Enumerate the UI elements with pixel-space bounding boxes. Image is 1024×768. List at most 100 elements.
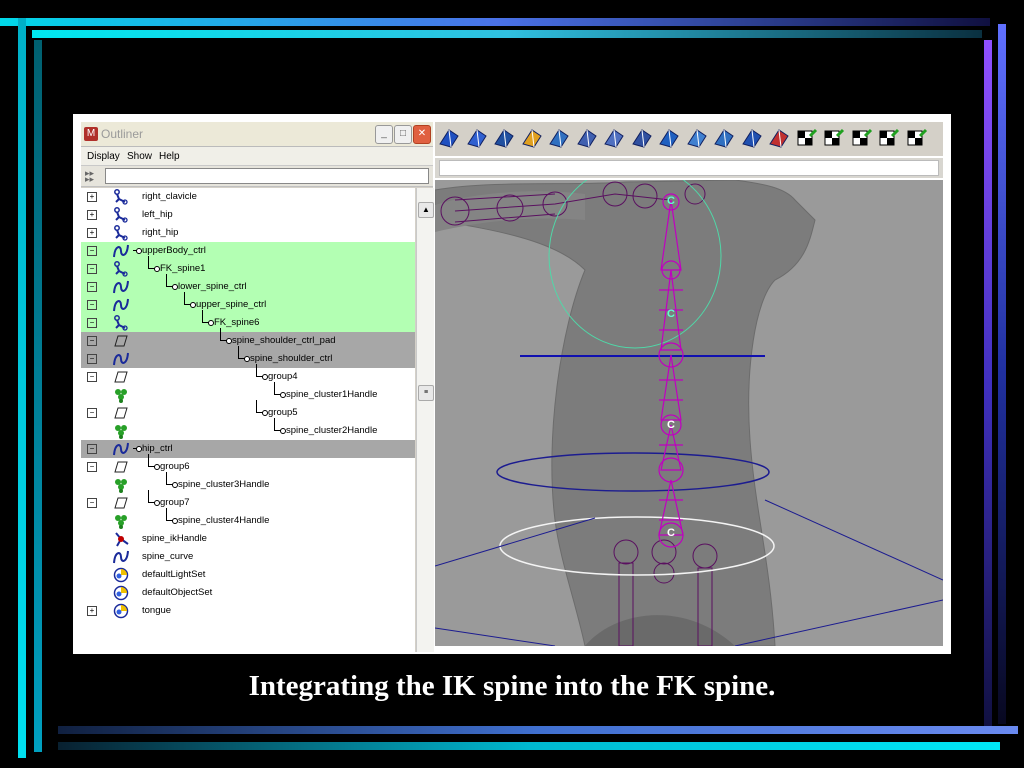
- viewport-menu-strip[interactable]: [439, 160, 939, 176]
- expand-icon[interactable]: +: [87, 192, 97, 202]
- outliner-scrollbar[interactable]: ▲ ≡: [416, 188, 434, 652]
- poly-split-icon[interactable]: [575, 126, 599, 150]
- collapse-icon[interactable]: −: [87, 462, 97, 472]
- outliner-row-upperbody-ctrl[interactable]: − upperBody_ctrl: [81, 242, 415, 260]
- outliner-row-upper-spine-ctrl[interactable]: − upper_spine_ctrl: [81, 292, 415, 314]
- outliner-row-group7[interactable]: − group7: [81, 490, 415, 512]
- outliner-row-left-hip[interactable]: + left_hip: [81, 206, 415, 224]
- transform-icon: [113, 459, 129, 475]
- outliner-item-label: spine_cluster3Handle: [178, 479, 270, 490]
- outliner-title-bar[interactable]: M Outliner _ □ ✕: [81, 122, 433, 147]
- outliner-row-spine-cluster3handle[interactable]: spine_cluster3Handle: [81, 472, 415, 494]
- collapse-icon[interactable]: −: [87, 372, 97, 382]
- joint-icon: [113, 261, 129, 277]
- outliner-row-spine-cluster2handle[interactable]: spine_cluster2Handle: [81, 418, 415, 440]
- collapse-icon[interactable]: −: [87, 318, 97, 328]
- menu-display[interactable]: Display: [87, 151, 120, 162]
- outliner-list: + right_clavicle + left_hip + right_hip − upper…: [81, 188, 415, 652]
- set-icon: [113, 585, 129, 601]
- slide-frame-bottom-bar: [58, 726, 1018, 734]
- expand-icon[interactable]: +: [87, 606, 97, 616]
- outliner-row-spine-shoulder-ctrl[interactable]: − spine_shoulder_ctrl: [81, 346, 415, 368]
- poly-select-icon[interactable]: [465, 126, 489, 150]
- slide-frame-top-bar: [0, 18, 990, 26]
- outliner-row-right-hip[interactable]: + right_hip: [81, 224, 415, 242]
- outliner-filter-input[interactable]: [105, 168, 429, 184]
- uv-unfold-icon[interactable]: [877, 126, 901, 150]
- collapse-icon[interactable]: −: [87, 300, 97, 310]
- poly-bevel-icon[interactable]: [657, 126, 681, 150]
- scroll-up-button[interactable]: ▲: [418, 202, 434, 218]
- outliner-item-label: FK_spine6: [214, 317, 260, 328]
- outliner-row-spine-cluster1handle[interactable]: spine_cluster1Handle: [81, 382, 415, 404]
- poly-duplicate-icon[interactable]: [767, 126, 791, 150]
- collapse-icon[interactable]: −: [87, 246, 97, 256]
- collapse-icon[interactable]: −: [87, 498, 97, 508]
- uv-map-icon[interactable]: [822, 126, 846, 150]
- outliner-row-fk-spine1[interactable]: − FK_spine1: [81, 256, 415, 278]
- collapse-icon[interactable]: −: [87, 282, 97, 292]
- outliner-item-label: group4: [268, 371, 298, 382]
- close-button[interactable]: ✕: [413, 125, 431, 144]
- curve-icon: [113, 351, 129, 367]
- minimize-button[interactable]: _: [375, 125, 393, 144]
- character-body-mesh: [435, 180, 816, 646]
- outliner-row-group5[interactable]: − group5: [81, 400, 415, 422]
- outliner-row-lower-spine-ctrl[interactable]: − lower_spine_ctrl: [81, 274, 415, 296]
- outliner-item-label: spine_shoulder_ctrl_pad: [232, 335, 336, 346]
- outliner-item-label: lower_spine_ctrl: [178, 281, 247, 292]
- collapse-icon[interactable]: −: [87, 264, 97, 274]
- menu-help[interactable]: Help: [159, 151, 180, 162]
- poly-plane-icon[interactable]: [547, 126, 571, 150]
- expand-icon[interactable]: +: [87, 210, 97, 220]
- poly-cube-icon[interactable]: [492, 126, 516, 150]
- outliner-row-spine-shoulder-ctrl-pad[interactable]: − spine_shoulder_ctrl_pad: [81, 328, 415, 350]
- poly-extrude-icon[interactable]: [602, 126, 626, 150]
- transform-icon: [113, 405, 129, 421]
- scroll-thumb[interactable]: ≡: [418, 385, 434, 401]
- outliner-row-tongue[interactable]: + tongue: [81, 602, 415, 620]
- menu-show[interactable]: Show: [127, 151, 152, 162]
- outliner-row-spine-ikhandle[interactable]: spine_ikHandle: [81, 530, 415, 548]
- outliner-row-spine-curve[interactable]: spine_curve: [81, 548, 415, 566]
- poly-smooth-icon[interactable]: [685, 126, 709, 150]
- collapse-icon[interactable]: −: [87, 444, 97, 454]
- uv-layout-icon[interactable]: [905, 126, 929, 150]
- collapse-icon[interactable]: −: [87, 354, 97, 364]
- uv-checker-icon[interactable]: [795, 126, 819, 150]
- outliner-row-right-clavicle[interactable]: + right_clavicle: [81, 188, 415, 206]
- 3d-viewport[interactable]: C C C C: [435, 180, 943, 646]
- outliner-row-group6[interactable]: − group6: [81, 454, 415, 476]
- outliner-item-label: spine_shoulder_ctrl: [250, 353, 333, 364]
- poly-poke-icon[interactable]: [740, 126, 764, 150]
- outliner-row-hip-ctrl[interactable]: − hip_ctrl: [81, 440, 415, 458]
- poly-merge-icon[interactable]: [630, 126, 654, 150]
- maximize-button[interactable]: □: [394, 125, 412, 144]
- collapse-icon[interactable]: −: [87, 336, 97, 346]
- outliner-row-fk-spine6[interactable]: − FK_spine6: [81, 310, 415, 332]
- outliner-row-spine-cluster4handle[interactable]: spine_cluster4Handle: [81, 508, 415, 530]
- outliner-filter-bar: ▸▸ ▸▸: [81, 166, 433, 187]
- expand-icon[interactable]: +: [87, 228, 97, 238]
- joint-icon: [113, 189, 129, 205]
- uv-project-icon[interactable]: [850, 126, 874, 150]
- outliner-item-label: right_hip: [142, 227, 179, 238]
- outliner-row-defaultlightset[interactable]: defaultLightSet: [81, 566, 415, 584]
- cluster-marker-4: C: [667, 527, 675, 539]
- collapse-icon[interactable]: −: [87, 408, 97, 418]
- outliner-item-label: right_clavicle: [142, 191, 197, 202]
- outliner-menu-bar: Display Show Help: [81, 147, 433, 166]
- outliner-item-label: spine_curve: [142, 551, 194, 562]
- outliner-item-label: FK_spine1: [160, 263, 206, 274]
- curve-icon: [113, 297, 129, 313]
- slide-frame-right-bar: [984, 40, 992, 730]
- filter-arrows-icon[interactable]: ▸▸ ▸▸: [85, 169, 101, 184]
- poly-wedge-icon[interactable]: [712, 126, 736, 150]
- poly-tool-icon[interactable]: [437, 126, 461, 150]
- outliner-row-defaultobjectset[interactable]: defaultObjectSet: [81, 584, 415, 602]
- joint-icon: [113, 315, 129, 331]
- viewport-scene: C C C C: [435, 180, 943, 646]
- set-icon: [113, 567, 129, 583]
- outliner-row-group4[interactable]: − group4: [81, 364, 415, 386]
- poly-grid-icon[interactable]: [520, 126, 544, 150]
